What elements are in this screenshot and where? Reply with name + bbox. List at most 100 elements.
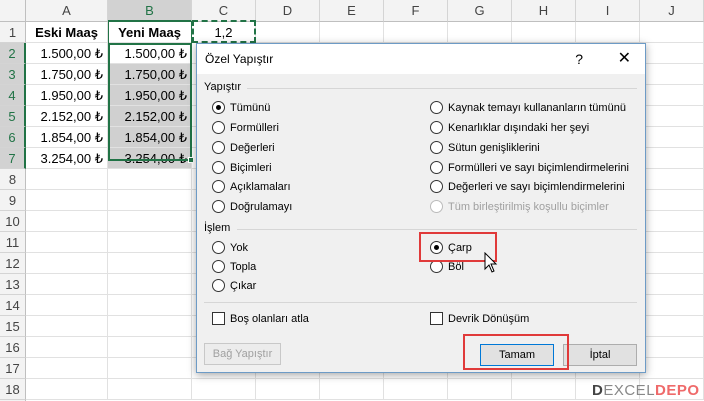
row-header[interactable]: 15 [0, 316, 26, 337]
close-icon[interactable]: ✕ [618, 44, 631, 74]
col-header-g[interactable]: G [448, 0, 512, 22]
row-header[interactable]: 8 [0, 169, 26, 190]
grid-cell[interactable] [640, 295, 704, 316]
cell-a3[interactable]: 1.750,00 ₺ [26, 64, 108, 85]
grid-cell[interactable] [640, 358, 704, 379]
fill-handle[interactable] [188, 157, 194, 163]
row-header[interactable]: 3 [0, 64, 26, 85]
grid-cell[interactable] [640, 22, 704, 43]
grid-cell[interactable] [640, 43, 704, 64]
grid-cell[interactable] [384, 379, 448, 400]
help-icon[interactable]: ? [575, 44, 583, 74]
radio-icon [212, 180, 225, 193]
grid-cell[interactable] [26, 295, 108, 316]
cell-a4[interactable]: 1.950,00 ₺ [26, 85, 108, 106]
grid-cell[interactable] [640, 64, 704, 85]
row-header[interactable]: 14 [0, 295, 26, 316]
grid-cell[interactable] [26, 232, 108, 253]
row-header[interactable]: 7 [0, 148, 26, 169]
option-label: Devrik Dönüşüm [448, 313, 530, 325]
col-header-e[interactable]: E [320, 0, 384, 22]
row-header[interactable]: 12 [0, 253, 26, 274]
cell-a6[interactable]: 1.854,00 ₺ [26, 127, 108, 148]
row-header[interactable]: 10 [0, 211, 26, 232]
grid-cell[interactable] [640, 148, 704, 169]
grid-cell[interactable] [108, 337, 192, 358]
grid-cell[interactable] [640, 337, 704, 358]
option-label: Doğrulamayı [230, 201, 293, 213]
grid-cell[interactable] [108, 358, 192, 379]
grid-cell[interactable] [108, 274, 192, 295]
col-header-c[interactable]: C [192, 0, 256, 22]
cell-a2[interactable]: 1.500,00 ₺ [26, 43, 108, 64]
grid-cell[interactable] [108, 316, 192, 337]
operation-section-label: İşlem [204, 222, 231, 234]
grid-cell[interactable] [192, 379, 256, 400]
grid-cell[interactable] [640, 316, 704, 337]
row-header[interactable]: 5 [0, 106, 26, 127]
col-header-j[interactable]: J [640, 0, 704, 22]
select-all-corner[interactable] [0, 0, 26, 22]
grid-cell[interactable] [26, 274, 108, 295]
col-header-b[interactable]: B [108, 0, 192, 22]
col-header-a[interactable]: A [26, 0, 108, 22]
grid-cell[interactable] [640, 127, 704, 148]
grid-cell[interactable] [512, 22, 576, 43]
grid-cell[interactable] [448, 379, 512, 400]
grid-cell[interactable] [640, 232, 704, 253]
grid-cell[interactable] [108, 169, 192, 190]
grid-cell[interactable] [640, 169, 704, 190]
grid-cell[interactable] [640, 85, 704, 106]
grid-cell[interactable] [640, 253, 704, 274]
grid-cell[interactable] [26, 316, 108, 337]
radio-icon [212, 101, 225, 114]
cancel-button[interactable]: İptal [563, 344, 637, 366]
grid-cell[interactable] [108, 379, 192, 400]
grid-cell[interactable] [320, 22, 384, 43]
col-header-d[interactable]: D [256, 0, 320, 22]
grid-cell[interactable] [256, 22, 320, 43]
row-header[interactable]: 4 [0, 85, 26, 106]
dialog-titlebar[interactable]: Özel Yapıştır ? ✕ [197, 44, 645, 74]
grid-cell[interactable] [108, 190, 192, 211]
col-header-f[interactable]: F [384, 0, 448, 22]
grid-cell[interactable] [448, 22, 512, 43]
grid-cell[interactable] [108, 295, 192, 316]
row-header[interactable]: 17 [0, 358, 26, 379]
row-header[interactable]: 6 [0, 127, 26, 148]
row-header[interactable]: 18 [0, 379, 26, 400]
col-header-i[interactable]: I [576, 0, 640, 22]
grid-cell[interactable] [320, 379, 384, 400]
grid-cell[interactable] [512, 379, 576, 400]
radio-icon [430, 180, 443, 193]
radio-icon [212, 161, 225, 174]
grid-cell[interactable] [108, 253, 192, 274]
cell-a1[interactable]: Eski Maaş [26, 22, 108, 43]
grid-cell[interactable] [384, 22, 448, 43]
grid-cell[interactable] [576, 22, 640, 43]
grid-cell[interactable] [26, 337, 108, 358]
grid-cell[interactable] [26, 211, 108, 232]
grid-cell[interactable] [26, 169, 108, 190]
cell-a5[interactable]: 2.152,00 ₺ [26, 106, 108, 127]
grid-cell[interactable] [26, 358, 108, 379]
grid-cell[interactable] [108, 232, 192, 253]
radio-icon [212, 241, 225, 254]
cell-a7[interactable]: 3.254,00 ₺ [26, 148, 108, 169]
grid-cell[interactable] [26, 253, 108, 274]
row-header[interactable]: 9 [0, 190, 26, 211]
grid-cell[interactable] [26, 379, 108, 400]
row-header[interactable]: 13 [0, 274, 26, 295]
row-header[interactable]: 16 [0, 337, 26, 358]
grid-cell[interactable] [26, 190, 108, 211]
row-header[interactable]: 1 [0, 22, 26, 43]
col-header-h[interactable]: H [512, 0, 576, 22]
row-header[interactable]: 11 [0, 232, 26, 253]
grid-cell[interactable] [108, 211, 192, 232]
grid-cell[interactable] [640, 274, 704, 295]
grid-cell[interactable] [640, 190, 704, 211]
row-header[interactable]: 2 [0, 43, 26, 64]
grid-cell[interactable] [640, 211, 704, 232]
grid-cell[interactable] [256, 379, 320, 400]
grid-cell[interactable] [640, 106, 704, 127]
